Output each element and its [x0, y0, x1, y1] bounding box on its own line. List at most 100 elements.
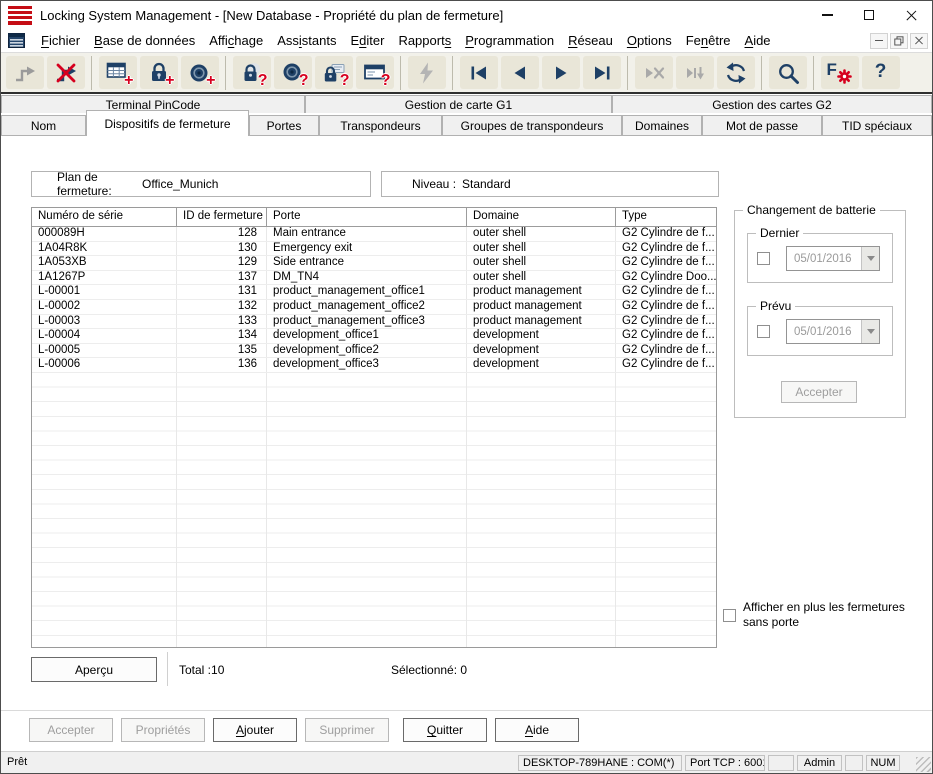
disconnect-button[interactable] — [47, 56, 85, 89]
selected-count-label: Sélectionné: 0 — [391, 663, 467, 677]
tab-dispositifs-de-fermeture[interactable]: Dispositifs de fermeture — [86, 110, 249, 136]
add-button[interactable]: Ajouter — [213, 718, 297, 742]
search-button[interactable] — [769, 56, 807, 89]
table-header: Numéro de série ID de fermeture Porte Do… — [32, 208, 716, 227]
table-cell: L-00002 — [32, 300, 177, 314]
battery-accept-button: Accepter — [781, 381, 857, 403]
new-locking-system-button[interactable]: + — [99, 56, 137, 89]
table-row[interactable]: L-00005 135 development_office2 developm… — [32, 344, 716, 359]
help-button[interactable]: ? — [862, 56, 900, 89]
column-header[interactable]: ID de fermeture — [177, 208, 267, 226]
table-cell: product management — [467, 300, 616, 314]
table-row[interactable]: L-00002 132 product_management_office2 p… — [32, 300, 716, 315]
next-record-button[interactable] — [542, 56, 580, 89]
last-change-checkbox[interactable] — [757, 252, 770, 265]
table-row[interactable]: 1A04R8K 130 Emergency exit outer shell G… — [32, 242, 716, 257]
menu-affichage[interactable]: Affichage — [202, 31, 270, 50]
help-dialog-button[interactable]: Aide — [495, 718, 579, 742]
column-header[interactable]: Porte — [267, 208, 467, 226]
close-icon — [906, 10, 917, 21]
table-row[interactable]: L-00001 131 product_management_office1 p… — [32, 285, 716, 300]
properties-button: Propriétés — [121, 718, 205, 742]
tab-portes[interactable]: Portes — [249, 115, 319, 136]
preview-button[interactable]: Aperçu — [31, 657, 157, 682]
tab-gestion-carte-g1[interactable]: Gestion de carte G1 — [305, 95, 612, 113]
menu-base-de-donnees[interactable]: Base de données — [87, 31, 202, 50]
new-transponder-button[interactable]: + — [181, 56, 219, 89]
mdi-minimize-button[interactable] — [870, 33, 888, 49]
app-window: Locking System Management - [New Databas… — [0, 0, 933, 774]
table-row[interactable]: 1A1267P 137 DM_TN4 outer shell G2 Cylind… — [32, 271, 716, 286]
table-cell: development_office3 — [267, 358, 467, 372]
tab-page-content: Plan de fermeture: Office_Munich Niveau … — [1, 136, 932, 751]
plus-icon: + — [165, 73, 174, 89]
menu-assistants[interactable]: Assistants — [270, 31, 343, 50]
first-record-icon — [467, 61, 491, 85]
document-window-icon[interactable] — [8, 33, 25, 48]
menu-programmation[interactable]: Programmation — [458, 31, 561, 50]
filter-settings-button[interactable]: F — [821, 56, 859, 89]
planned-change-checkbox[interactable] — [757, 325, 770, 338]
locks-table: Numéro de série ID de fermeture Porte Do… — [31, 207, 717, 648]
read-lock-network-button[interactable]: ? — [315, 56, 353, 89]
table-row[interactable]: 000089H 128 Main entrance outer shell G2… — [32, 227, 716, 242]
column-header[interactable]: Numéro de série — [32, 208, 177, 226]
new-lock-button[interactable]: + — [140, 56, 178, 89]
table-row[interactable]: L-00006 136 development_office3 developm… — [32, 358, 716, 373]
table-cell: G2 Cylindre de f... — [616, 358, 716, 372]
menu-editer[interactable]: Editer — [343, 31, 391, 50]
table-row[interactable]: L-00003 133 product_management_office3 p… — [32, 315, 716, 330]
status-bar: Prêt DESKTOP-789HANE : COM(*) Port TCP :… — [1, 751, 932, 773]
tab-mot-de-passe[interactable]: Mot de passe — [702, 115, 822, 136]
tab-strip-primary: Nom Dispositifs de fermeture Portes Tran… — [1, 113, 932, 136]
status-empty-1 — [768, 755, 794, 771]
question-icon: ? — [258, 73, 268, 89]
menu-fichier[interactable]: Fichier — [34, 31, 87, 50]
show-without-door-checkbox[interactable] — [723, 609, 736, 622]
close-button[interactable] — [890, 1, 932, 29]
status-host: DESKTOP-789HANE : COM(*) — [518, 755, 682, 771]
resize-grip[interactable] — [916, 757, 931, 772]
table-row[interactable]: L-00004 134 development_office1 developm… — [32, 329, 716, 344]
quit-button[interactable]: Quitter — [403, 718, 487, 742]
table-cell: development_office1 — [267, 329, 467, 343]
column-header[interactable]: Domaine — [467, 208, 616, 226]
tab-gestion-cartes-g2[interactable]: Gestion des cartes G2 — [612, 95, 932, 113]
first-record-button[interactable] — [460, 56, 498, 89]
read-device-button[interactable]: ? — [356, 56, 394, 89]
table-cell: L-00005 — [32, 344, 177, 358]
table-cell: outer shell — [467, 256, 616, 270]
tab-nom[interactable]: Nom — [1, 115, 86, 136]
table-cell: product_management_office1 — [267, 285, 467, 299]
menu-aide[interactable]: Aide — [738, 31, 778, 50]
tab-groupes-de-transpondeurs[interactable]: Groupes de transpondeurs — [442, 115, 622, 136]
refresh-button[interactable] — [717, 56, 755, 89]
last-record-button[interactable] — [583, 56, 621, 89]
mdi-restore-icon — [894, 36, 904, 46]
read-lock-button[interactable]: ? — [233, 56, 271, 89]
tab-domaines[interactable]: Domaines — [622, 115, 702, 136]
previous-record-button[interactable] — [501, 56, 539, 89]
table-cell: G2 Cylindre de f... — [616, 329, 716, 343]
tab-transpondeurs[interactable]: Transpondeurs — [319, 115, 442, 136]
mdi-close-button[interactable] — [910, 33, 928, 49]
locking-plan-value: Office_Munich — [142, 177, 218, 191]
delete-button: Supprimer — [305, 718, 389, 742]
read-transponder-button[interactable]: ? — [274, 56, 312, 89]
toolbar: + + + ? ? ? ? — [1, 53, 932, 94]
minimize-button[interactable] — [806, 1, 848, 29]
mdi-restore-button[interactable] — [890, 33, 908, 49]
lightning-icon — [415, 61, 439, 85]
table-row[interactable]: 1A053XB 129 Side entrance outer shell G2… — [32, 256, 716, 271]
last-change-date-select: 05/01/2016 — [786, 246, 880, 271]
menu-rapports[interactable]: Rapports — [391, 31, 458, 50]
toolbar-separator — [627, 56, 628, 90]
tab-tid-speciaux[interactable]: TID spéciaux — [822, 115, 932, 136]
menu-options[interactable]: Options — [620, 31, 679, 50]
table-cell: product_management_office3 — [267, 315, 467, 329]
record-cancel-icon — [642, 61, 666, 85]
column-header[interactable]: Type — [616, 208, 716, 226]
menu-fenetre[interactable]: Fenêtre — [679, 31, 738, 50]
menu-reseau[interactable]: Réseau — [561, 31, 620, 50]
maximize-button[interactable] — [848, 1, 890, 29]
